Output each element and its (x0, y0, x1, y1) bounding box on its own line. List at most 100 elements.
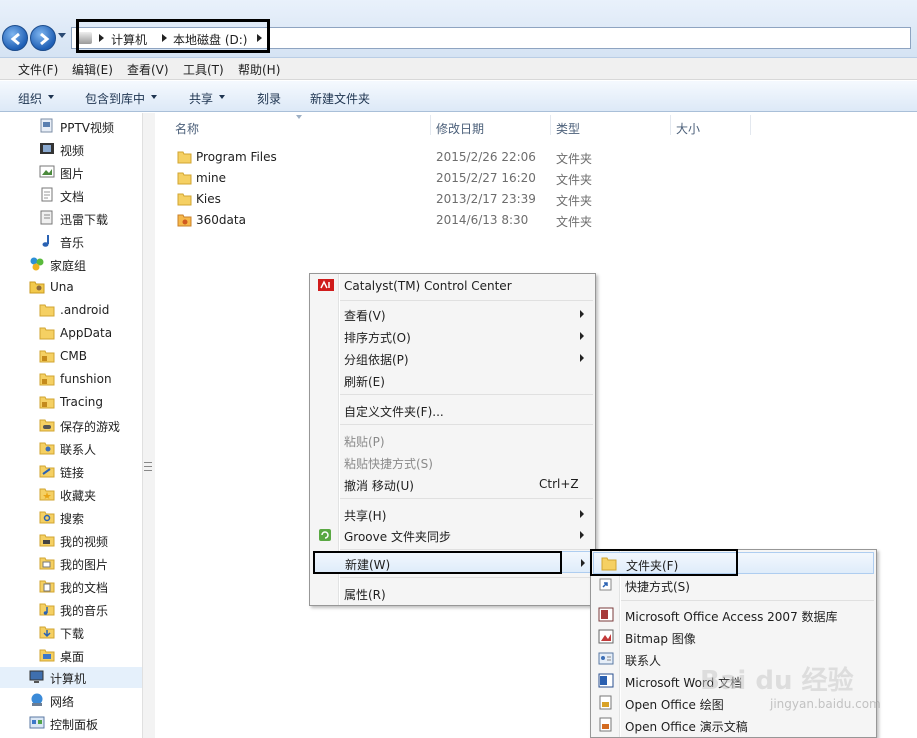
menu-file[interactable]: 文件(F) (18, 61, 58, 78)
shortcut-icon (599, 578, 612, 591)
menu-separator (340, 424, 593, 425)
annotation-highlight-folder (590, 549, 738, 576)
column-header-date[interactable]: 修改日期 (431, 113, 549, 137)
menu-view[interactable]: 查看(V) (127, 61, 169, 78)
menu-item-paste: 粘贴(P) (344, 435, 385, 449)
oo-draw-icon (599, 695, 612, 710)
splitter-grip-icon (144, 462, 152, 471)
contact-card-icon (598, 652, 614, 665)
locked-folder-icon (39, 396, 55, 409)
bitmap-image-icon (598, 629, 614, 644)
menu-edit[interactable]: 编辑(E) (72, 61, 113, 78)
column-header-type[interactable]: 类型 (551, 113, 669, 137)
burn-button[interactable]: 刻录 (257, 90, 281, 107)
menu-item-view[interactable]: 查看(V) (310, 303, 595, 325)
organize-button[interactable]: 组织 (18, 90, 55, 107)
homegroup-icon (30, 257, 44, 271)
new-folder-button[interactable]: 新建文件夹 (310, 90, 370, 107)
menu-tools[interactable]: 工具(T) (183, 61, 224, 78)
user-folder-icon (29, 281, 45, 294)
computer-icon (29, 670, 44, 683)
menu-item-sort[interactable]: 排序方式(O) (310, 325, 595, 347)
downloads-icon (39, 626, 55, 639)
control-panel-icon (29, 716, 45, 729)
my-music-icon (39, 603, 55, 616)
column-header-size[interactable]: 大小 (671, 113, 749, 137)
music-note-icon (42, 235, 49, 247)
command-bar: 组织 包含到库中 共享 刻录 新建文件夹 (0, 81, 917, 112)
navigation-pane: PPTV视频 视频 图片 文档 迅雷下载 音乐 家庭组 Una .android… (0, 113, 155, 738)
menu-help[interactable]: 帮助(H) (238, 61, 280, 78)
ati-logo-icon (318, 279, 334, 291)
pane-splitter[interactable] (142, 113, 155, 738)
arrow-left-icon (10, 32, 20, 46)
annotation-highlight-new (313, 551, 562, 574)
file-row[interactable]: mine 2015/2/27 16:20 文件夹 (171, 168, 631, 188)
picture-icon (39, 165, 55, 178)
menu-separator (340, 498, 593, 499)
menu-separator (340, 549, 593, 550)
share-button[interactable]: 共享 (189, 90, 226, 107)
locked-folder-icon (39, 350, 55, 363)
menu-separator (340, 577, 593, 578)
locked-folder-icon (39, 373, 55, 386)
favorites-icon (39, 488, 55, 501)
recent-pages-dropdown[interactable] (58, 33, 66, 38)
my-documents-icon (39, 580, 55, 593)
folder-icon (177, 193, 192, 206)
include-in-library-button[interactable]: 包含到库中 (85, 90, 158, 107)
file-row[interactable]: Program Files 2015/2/26 22:06 文件夹 (171, 147, 631, 167)
search-folder-icon (39, 511, 55, 524)
file-row[interactable]: 360data 2014/6/13 8:30 文件夹 (171, 210, 631, 230)
arrow-right-icon (40, 32, 50, 46)
watermark-url: jingyan.baidu.com (770, 697, 881, 711)
file-row[interactable]: Kies 2013/2/17 23:39 文件夹 (171, 189, 631, 209)
submenu-arrow-icon (580, 510, 584, 518)
access-db-icon (598, 607, 614, 622)
saved-games-icon (39, 419, 55, 432)
menu-item-properties[interactable]: 属性(R) (310, 582, 595, 604)
video-library-icon (40, 118, 53, 133)
menu-item-group[interactable]: 分组依据(P) (310, 347, 595, 369)
baidu-watermark: Bai du 经验 (700, 666, 854, 696)
special-folder-icon (177, 214, 192, 227)
menu-separator (621, 600, 874, 601)
folder-icon (177, 151, 192, 164)
links-icon (39, 465, 55, 478)
submenu-arrow-icon (581, 559, 585, 567)
word-doc-icon (598, 673, 614, 688)
menu-separator (340, 300, 593, 301)
my-pictures-icon (39, 557, 55, 570)
submenu-arrow-icon (580, 531, 584, 539)
oo-impress-icon (599, 717, 612, 732)
submenu-arrow-icon (580, 310, 584, 318)
nav-item-computer[interactable]: 计算机 (0, 667, 142, 688)
folder-icon (39, 304, 55, 317)
menu-bar: 文件(F) 编辑(E) 查看(V) 工具(T) 帮助(H) (0, 58, 917, 80)
submenu-item-shortcut[interactable]: 快捷方式(S) (591, 574, 876, 596)
submenu-arrow-icon (580, 354, 584, 362)
column-header-name[interactable]: 名称 (171, 113, 427, 137)
folder-icon (177, 172, 192, 185)
annotation-highlight-address (76, 19, 270, 53)
film-icon (40, 143, 54, 154)
submenu-item-bitmap[interactable]: Bitmap 图像 (591, 626, 876, 648)
menu-item-refresh[interactable]: 刷新(E) (310, 369, 595, 391)
forward-button[interactable] (30, 25, 56, 51)
back-button[interactable] (2, 25, 28, 51)
menu-separator (340, 394, 593, 395)
groove-sync-icon (319, 529, 331, 541)
submenu-item-oo-impress[interactable]: Open Office 演示文稿 (591, 714, 876, 736)
network-icon (31, 693, 43, 706)
column-divider[interactable] (750, 115, 751, 135)
document-icon (41, 187, 53, 202)
menu-item-customize[interactable]: 自定义文件夹(F)... (310, 399, 595, 421)
submenu-arrow-icon (580, 332, 584, 340)
menu-item-groove[interactable]: Groove 文件夹同步 (310, 524, 595, 546)
submenu-item-access[interactable]: Microsoft Office Access 2007 数据库 (591, 604, 876, 626)
menu-item-undo[interactable]: 撤消 移动(U) Ctrl+Z (310, 473, 595, 495)
menu-item-catalyst[interactable]: Catalyst(TM) Control Center (310, 275, 595, 297)
download-library-icon (40, 210, 53, 225)
menu-item-share[interactable]: 共享(H) (310, 503, 595, 525)
my-videos-icon (39, 534, 55, 547)
